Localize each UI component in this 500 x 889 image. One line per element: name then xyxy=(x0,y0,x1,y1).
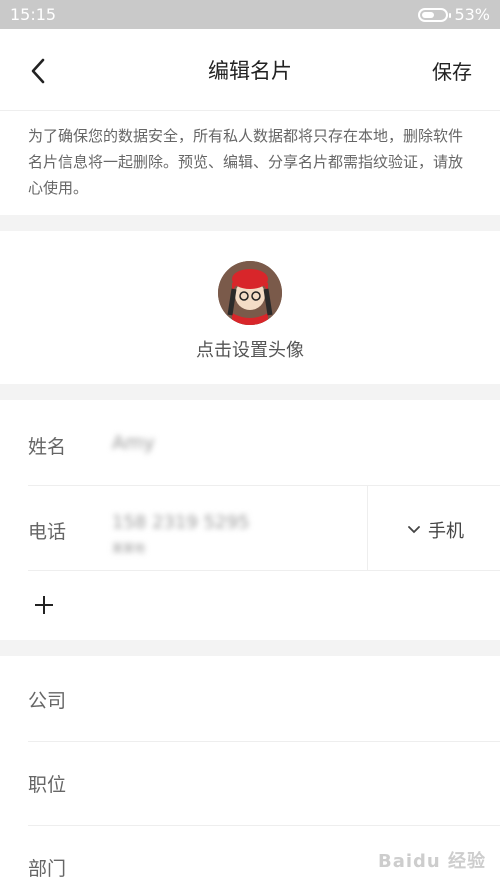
section-divider xyxy=(0,215,500,231)
battery-fill xyxy=(422,11,435,18)
name-label: 姓名 xyxy=(28,436,67,458)
company-field[interactable]: 公司 xyxy=(28,686,66,713)
divider xyxy=(28,825,500,826)
set-avatar-label[interactable]: 点击设置头像 xyxy=(0,336,500,362)
section-divider xyxy=(0,384,500,400)
add-field-button[interactable] xyxy=(32,593,56,617)
battery-percent: 53% xyxy=(454,5,490,24)
phone-type-selector[interactable]: 手机 xyxy=(408,517,464,543)
avatar-section: 点击设置头像 xyxy=(0,231,500,384)
divider xyxy=(28,741,500,742)
battery-indicator: 53% xyxy=(418,5,490,24)
avatar-image xyxy=(218,261,282,325)
plus-icon xyxy=(35,596,53,614)
phone-location: 某某地 xyxy=(112,542,145,555)
chevron-down-icon xyxy=(408,526,420,534)
position-field[interactable]: 职位 xyxy=(28,770,66,797)
page-title: 编辑名片 xyxy=(208,59,292,83)
contact-section: 姓名 Amy 电话 158 2319 5295 某某地 手机 xyxy=(0,400,500,640)
battery-icon xyxy=(418,7,452,22)
name-field[interactable]: Amy xyxy=(112,432,155,454)
vertical-divider xyxy=(367,486,368,570)
phone-field[interactable]: 158 2319 5295 xyxy=(112,512,249,533)
top-bar: 编辑名片 保存 xyxy=(0,29,500,111)
avatar[interactable] xyxy=(218,261,282,325)
status-time: 15:15 xyxy=(10,5,57,24)
department-field[interactable]: 部门 xyxy=(28,854,66,881)
divider xyxy=(28,570,500,571)
section-divider xyxy=(0,640,500,656)
save-button[interactable]: 保存 xyxy=(432,56,472,85)
phone-type-label: 手机 xyxy=(428,521,464,542)
divider xyxy=(28,485,500,486)
phone-label: 电话 xyxy=(28,521,67,543)
status-bar: 15:15 53% xyxy=(0,0,500,29)
watermark: Baidu 经验 xyxy=(377,851,486,872)
privacy-notice: 为了确保您的数据安全，所有私人数据都将只存在本地，删除软件名片信息将一起删除。预… xyxy=(0,111,500,215)
